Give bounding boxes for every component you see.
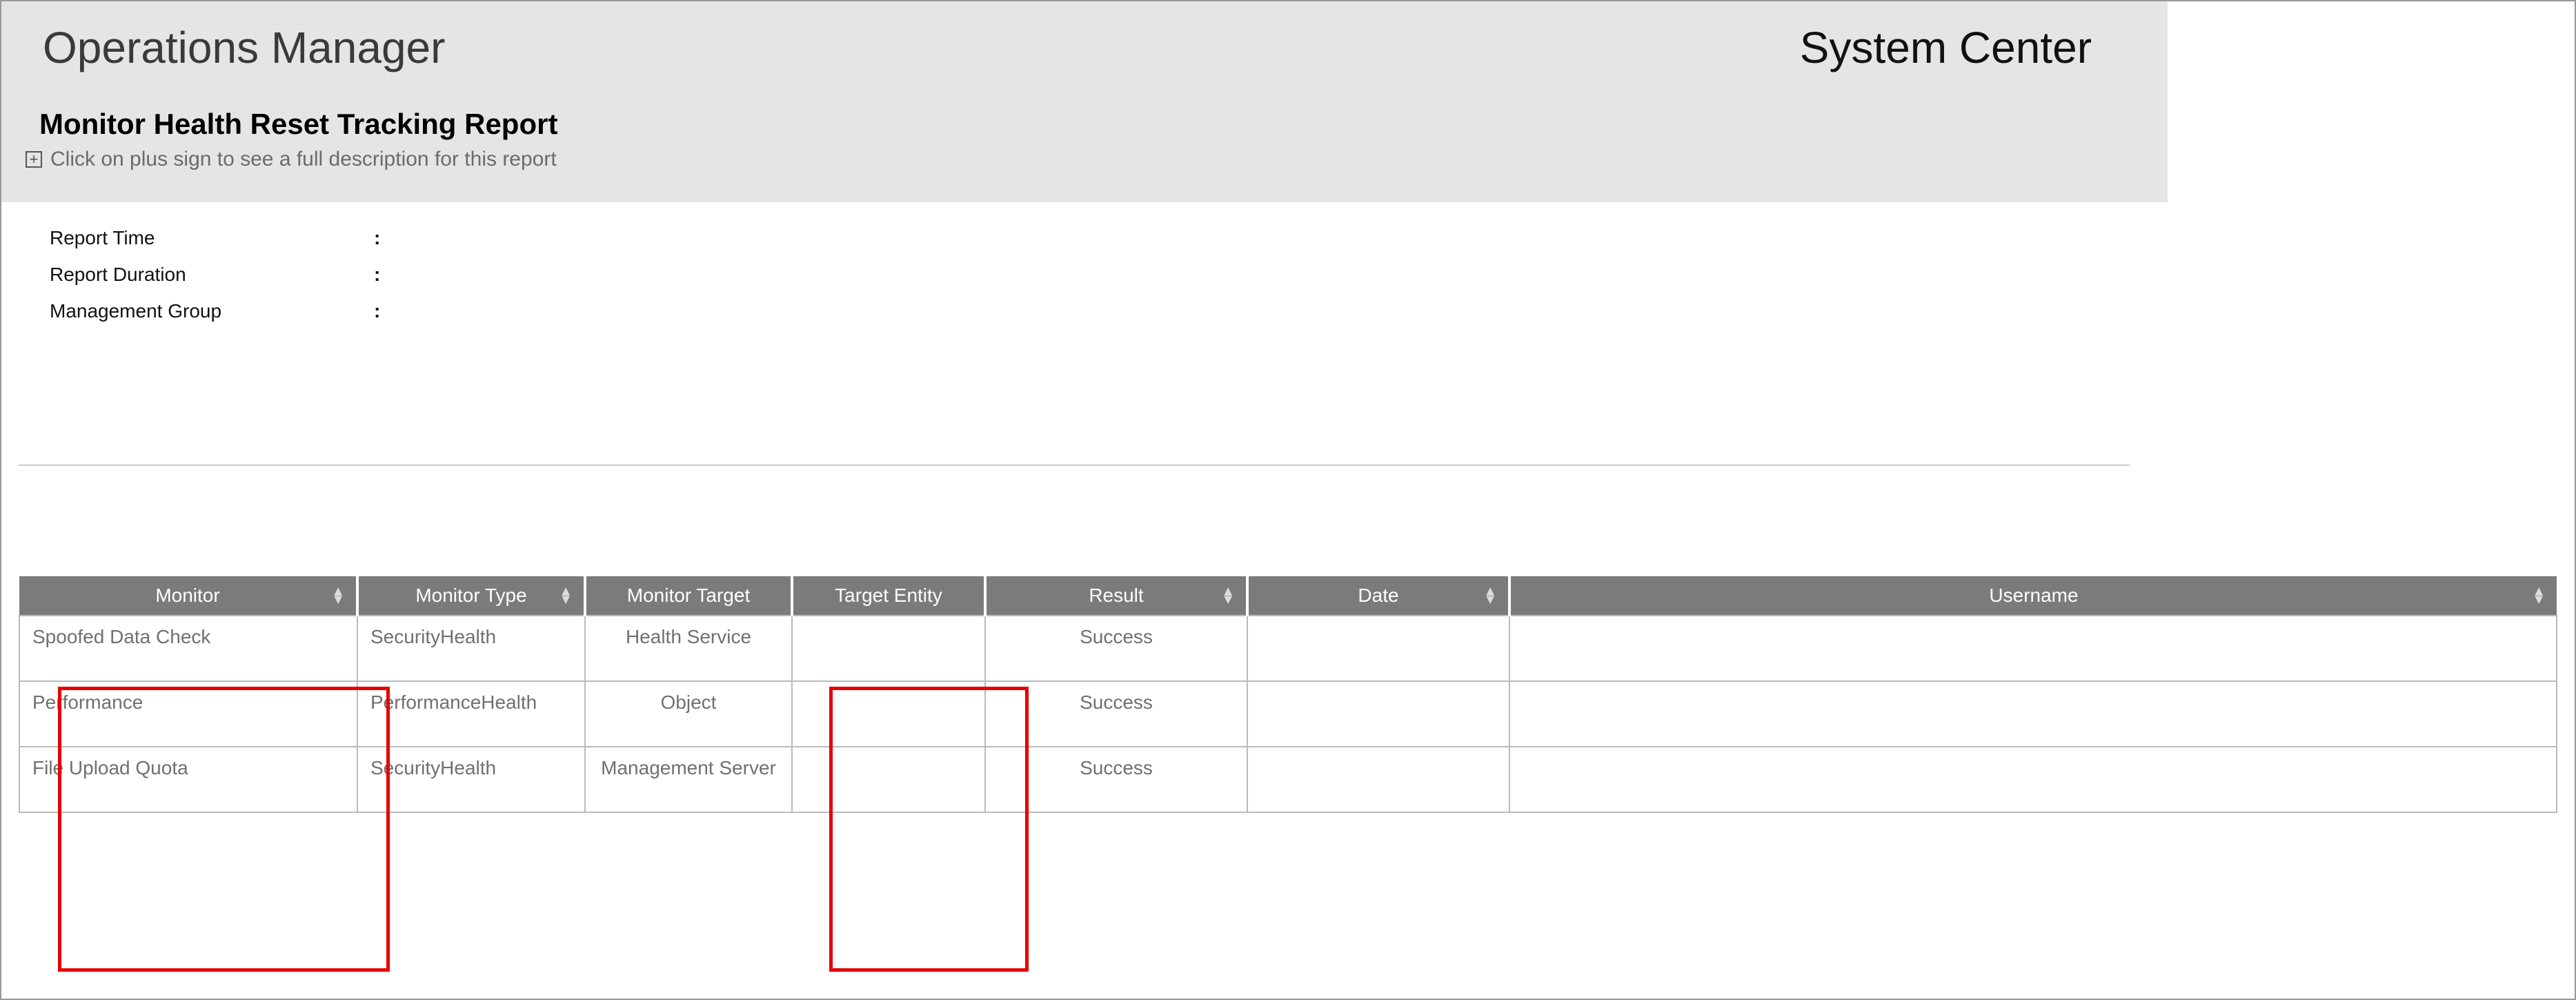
col-monitor-target-header[interactable]: Monitor Target	[585, 576, 792, 616]
cell-username	[1509, 747, 2557, 812]
cell-monitor-target: Management Server	[585, 747, 792, 812]
col-label: Username	[1989, 585, 2078, 606]
col-label: Monitor	[155, 585, 219, 606]
meta-report-duration: Report Duration :	[50, 256, 2526, 293]
col-date-header[interactable]: Date ▲▼	[1247, 576, 1509, 616]
cell-target-entity	[792, 616, 985, 681]
cell-monitor-type: SecurityHealth	[357, 616, 585, 681]
report-title: Monitor Health Reset Tracking Report	[22, 108, 2147, 141]
meta-management-group: Management Group :	[50, 293, 2526, 329]
sort-icon[interactable]: ▲▼	[331, 587, 345, 604]
meta-colon: :	[374, 256, 388, 293]
results-table: Monitor ▲▼ Monitor Type ▲▼ Monitor Targe…	[19, 576, 2557, 813]
cell-result: Success	[985, 681, 1247, 747]
meta-colon: :	[374, 293, 388, 329]
table-row[interactable]: Performance PerformanceHealth Object Suc…	[19, 681, 2557, 747]
meta-label: Management Group	[50, 293, 374, 329]
cell-date	[1247, 616, 1509, 681]
cell-monitor: File Upload Quota	[19, 747, 357, 812]
brand-title: System Center	[1800, 22, 2133, 73]
cell-monitor-target: Object	[585, 681, 792, 747]
col-monitor-type-header[interactable]: Monitor Type ▲▼	[357, 576, 585, 616]
report-hint: Click on plus sign to see a full descrip…	[50, 148, 557, 171]
report-hint-row: + Click on plus sign to see a full descr…	[22, 148, 2147, 171]
table-header-row: Monitor ▲▼ Monitor Type ▲▼ Monitor Targe…	[19, 576, 2557, 616]
col-label: Target Entity	[835, 585, 942, 606]
meta-label: Report Time	[50, 219, 374, 256]
cell-result: Success	[985, 616, 1247, 681]
meta-colon: :	[374, 219, 388, 256]
sort-icon[interactable]: ▲▼	[1483, 587, 1497, 604]
cell-monitor: Performance	[19, 681, 357, 747]
cell-username	[1509, 681, 2557, 747]
col-label: Date	[1358, 585, 1398, 606]
cell-monitor: Spoofed Data Check	[19, 616, 357, 681]
sort-icon[interactable]: ▲▼	[1221, 587, 1235, 604]
col-monitor-header[interactable]: Monitor ▲▼	[19, 576, 357, 616]
report-frame: Operations Manager System Center Monitor…	[0, 0, 2576, 1000]
results-table-wrap: Monitor ▲▼ Monitor Type ▲▼ Monitor Targe…	[1, 576, 2575, 813]
table-row[interactable]: File Upload Quota SecurityHealth Managem…	[19, 747, 2557, 812]
sort-icon[interactable]: ▲▼	[559, 587, 573, 604]
col-label: Monitor Target	[627, 585, 750, 606]
cell-target-entity	[792, 747, 985, 812]
report-meta: Report Time : Report Duration : Manageme…	[1, 202, 2575, 347]
col-label: Result	[1089, 585, 1143, 606]
col-result-header[interactable]: Result ▲▼	[985, 576, 1247, 616]
cell-monitor-type: SecurityHealth	[357, 747, 585, 812]
header-band: Operations Manager System Center	[1, 1, 2168, 101]
col-username-header[interactable]: Username ▲▼	[1509, 576, 2557, 616]
cell-date	[1247, 681, 1509, 747]
sort-icon[interactable]: ▲▼	[2532, 587, 2546, 604]
table-row[interactable]: Spoofed Data Check SecurityHealth Health…	[19, 616, 2557, 681]
col-label: Monitor Type	[415, 585, 526, 606]
cell-username	[1509, 616, 2557, 681]
divider	[19, 464, 2130, 466]
meta-report-time: Report Time :	[50, 219, 2526, 256]
cell-target-entity	[792, 681, 985, 747]
app-title: Operations Manager	[43, 22, 445, 73]
report-header-band: Monitor Health Reset Tracking Report + C…	[1, 101, 2168, 202]
cell-date	[1247, 747, 1509, 812]
expand-plus-icon[interactable]: +	[26, 151, 42, 168]
cell-result: Success	[985, 747, 1247, 812]
cell-monitor-type: PerformanceHealth	[357, 681, 585, 747]
col-target-entity-header[interactable]: Target Entity	[792, 576, 985, 616]
meta-label: Report Duration	[50, 256, 374, 293]
cell-monitor-target: Health Service	[585, 616, 792, 681]
